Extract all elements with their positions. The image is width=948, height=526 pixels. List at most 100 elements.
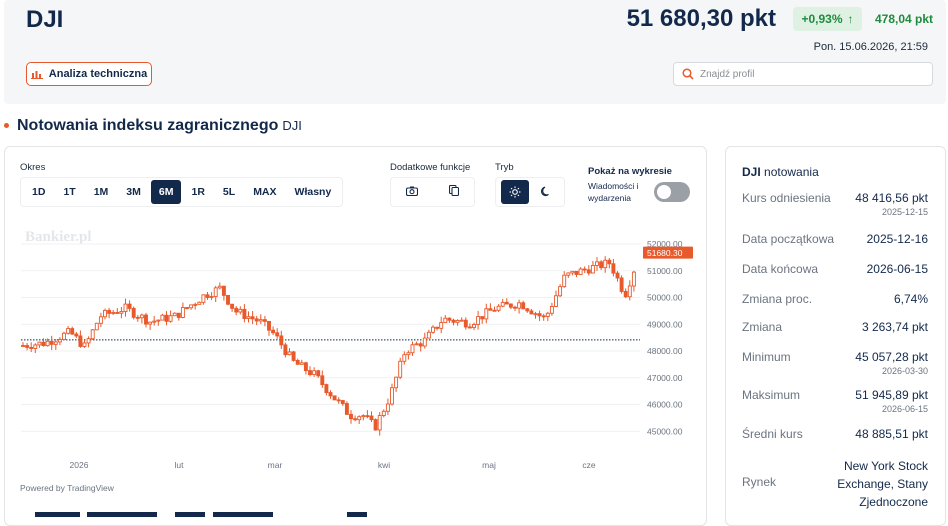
candle-body bbox=[426, 331, 431, 339]
candle-body bbox=[529, 310, 534, 315]
candle-body bbox=[168, 315, 173, 322]
info-row-label: Zmiana bbox=[742, 320, 783, 334]
candle-body bbox=[537, 313, 542, 317]
search-icon bbox=[682, 68, 694, 80]
candle-body bbox=[299, 362, 304, 365]
period-button-5l[interactable]: 5L bbox=[215, 180, 243, 204]
candle-body bbox=[226, 294, 230, 305]
candle-body bbox=[189, 304, 194, 309]
candle-body bbox=[447, 317, 452, 321]
candle-body bbox=[258, 319, 263, 322]
candle-body bbox=[459, 319, 464, 322]
news-events-toggle[interactable] bbox=[654, 182, 690, 202]
candle-body bbox=[275, 332, 280, 337]
candle-body bbox=[131, 307, 136, 318]
candle-body bbox=[21, 345, 25, 348]
info-row-value-group: New York Stock Exchange, Stany Zjednoczo… bbox=[830, 457, 928, 511]
candle-body bbox=[148, 321, 153, 325]
x-tick-label: cze bbox=[582, 460, 596, 470]
candle-body bbox=[562, 274, 567, 288]
candle-body bbox=[94, 322, 99, 331]
candle-body bbox=[623, 290, 628, 298]
info-row-label: Zmiana proc. bbox=[742, 292, 813, 306]
info-row-label: Data początkowa bbox=[742, 232, 835, 246]
candle-body bbox=[316, 370, 321, 377]
period-button-max[interactable]: MAX bbox=[245, 180, 284, 204]
info-row-value: 6,74% bbox=[893, 292, 928, 306]
candle-body bbox=[394, 376, 399, 389]
candle-body bbox=[176, 312, 181, 318]
info-row-value-group: 48 416,56 pkt 2025-12-15 bbox=[855, 191, 928, 217]
period-button-1t[interactable]: 1T bbox=[55, 180, 83, 204]
copy-icon[interactable] bbox=[448, 183, 459, 201]
candle-body bbox=[180, 307, 185, 318]
candle-body bbox=[357, 416, 362, 421]
candle-body bbox=[615, 272, 620, 279]
period-button-1d[interactable]: 1D bbox=[24, 180, 53, 204]
candle-body bbox=[336, 399, 341, 402]
candle-body bbox=[279, 335, 284, 346]
price-chart[interactable]: Bankier.pl 52000.0051000.0050000.0049000… bbox=[15, 222, 695, 477]
profile-search[interactable] bbox=[673, 62, 933, 86]
section-title: Notowania indeksu zagranicznego DJI bbox=[4, 117, 302, 135]
candle-body bbox=[53, 341, 58, 345]
functions-selector bbox=[390, 177, 475, 207]
info-row: Data końcowa 2026-06-15 bbox=[742, 262, 928, 276]
candle-body bbox=[603, 259, 608, 269]
period-button-1r[interactable]: 1R bbox=[183, 180, 212, 204]
candle-body bbox=[238, 308, 243, 313]
show-on-chart-label: Pokaż na wykresie bbox=[588, 166, 672, 177]
candle-body bbox=[586, 269, 591, 274]
candle-body bbox=[139, 314, 144, 319]
candle-body bbox=[242, 308, 247, 319]
camera-icon[interactable] bbox=[406, 183, 419, 201]
candle-body bbox=[70, 328, 75, 335]
toggle-knob bbox=[657, 185, 671, 199]
candle-body bbox=[381, 410, 386, 416]
info-row-value: 2026-06-15 bbox=[866, 262, 928, 276]
candle-body bbox=[435, 326, 440, 329]
candle-body bbox=[492, 309, 497, 312]
candle-body bbox=[234, 307, 239, 313]
candle-body bbox=[418, 343, 423, 347]
candle-body bbox=[533, 313, 538, 316]
search-input[interactable] bbox=[700, 68, 920, 80]
candle-body bbox=[369, 415, 374, 421]
candle-body bbox=[385, 403, 390, 412]
candle-body bbox=[549, 306, 554, 314]
dark-mode-button[interactable] bbox=[532, 180, 560, 204]
candle-body bbox=[287, 351, 292, 356]
candle-body bbox=[197, 301, 202, 305]
candle-body bbox=[480, 316, 485, 320]
powered-by-tradingview[interactable]: Powered by TradingView bbox=[20, 483, 114, 493]
chart-watermark: Bankier.pl bbox=[25, 229, 92, 245]
candle-body bbox=[57, 339, 62, 343]
candle-body bbox=[508, 303, 513, 308]
candle-body bbox=[332, 395, 337, 401]
period-button-1m[interactable]: 1M bbox=[86, 180, 117, 204]
info-row: Zmiana 3 263,74 pkt bbox=[742, 320, 928, 334]
section-title-ticker: DJI bbox=[282, 118, 302, 133]
candle-body bbox=[463, 319, 468, 328]
arrow-up-icon: ↑ bbox=[847, 12, 854, 26]
change-percent: +0,93% bbox=[801, 12, 843, 26]
technical-analysis-button[interactable]: Analiza techniczna bbox=[26, 62, 152, 86]
candle-body bbox=[361, 415, 366, 418]
change-absolute: 478,04 pkt bbox=[875, 12, 934, 26]
period-button-własny[interactable]: Własny bbox=[287, 180, 340, 204]
info-row-date: 2026-06-15 bbox=[881, 404, 928, 414]
candle-body bbox=[291, 351, 296, 361]
period-button-6m[interactable]: 6M bbox=[150, 180, 182, 204]
x-tick-label: kwi bbox=[378, 460, 390, 470]
info-title-suffix: notowania bbox=[764, 165, 819, 179]
candle-body bbox=[525, 308, 530, 312]
candle-body bbox=[410, 344, 415, 354]
period-button-3m[interactable]: 3M bbox=[118, 180, 149, 204]
y-tick-label: 50000.00 bbox=[647, 293, 683, 303]
moon-icon bbox=[540, 186, 549, 197]
info-row-value: New York Stock Exchange, Stany Zjednoczo… bbox=[837, 459, 928, 509]
last-price-label: 51680.30 bbox=[647, 248, 683, 258]
y-tick-label: 46000.00 bbox=[647, 400, 683, 410]
candle-body bbox=[599, 261, 604, 269]
light-mode-button[interactable] bbox=[500, 180, 529, 204]
